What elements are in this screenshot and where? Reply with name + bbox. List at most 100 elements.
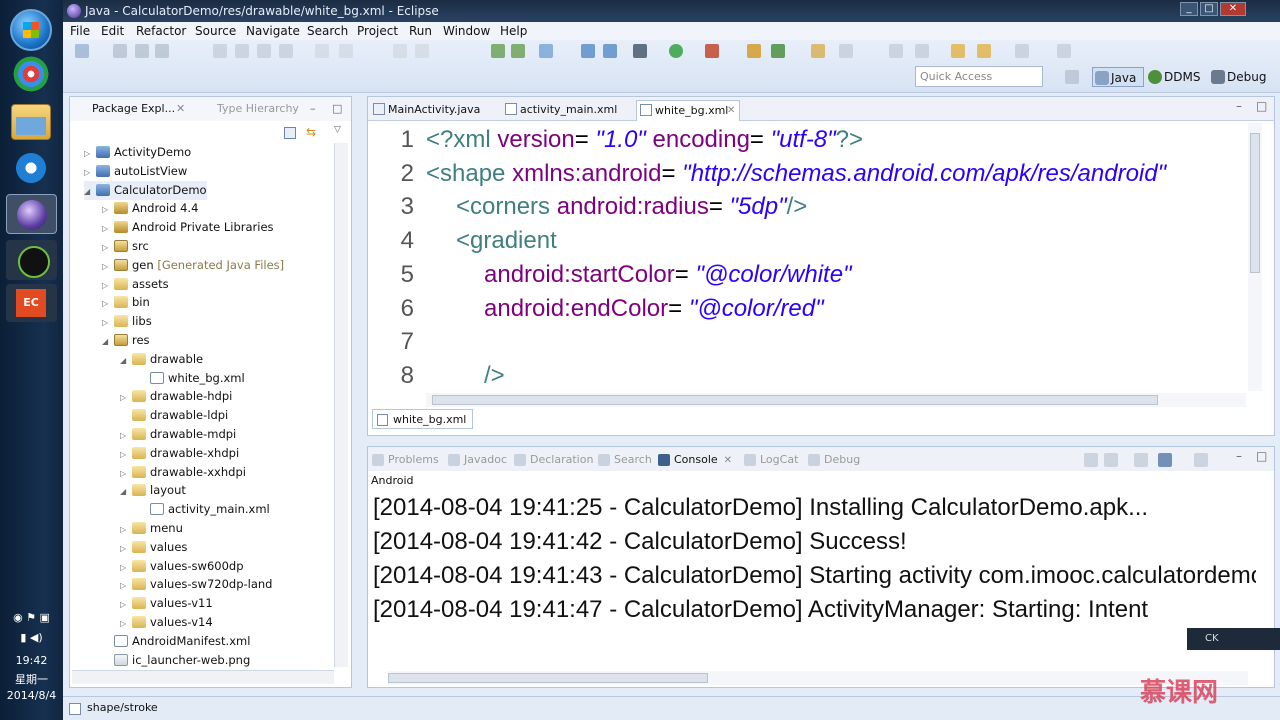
- resume-icon[interactable]: [393, 44, 407, 58]
- toolbar-icon-e[interactable]: [581, 44, 595, 58]
- tab-console[interactable]: Console ✕: [658, 453, 732, 466]
- view-menu-icon[interactable]: ▽: [334, 125, 341, 135]
- tree-item[interactable]: ▷ autoListView: [84, 162, 187, 181]
- code-area[interactable]: 1 <?xml version= "1.0" encoding= "utf-8"?…: [368, 123, 1248, 391]
- collapsed-arrow-icon[interactable]: ▷: [102, 276, 114, 295]
- editor-vertical-scrollbar[interactable]: [1248, 123, 1262, 391]
- clock-time[interactable]: 19:42: [0, 654, 63, 667]
- collapsed-arrow-icon[interactable]: ▷: [102, 294, 114, 313]
- collapsed-arrow-icon[interactable]: ▷: [102, 219, 114, 238]
- ec-app-taskbar-icon[interactable]: [6, 284, 57, 322]
- close-tab-icon[interactable]: ✕: [727, 101, 735, 120]
- collapsed-arrow-icon[interactable]: ▷: [84, 163, 96, 182]
- tree-vertical-scrollbar[interactable]: [334, 143, 348, 667]
- collapsed-arrow-icon[interactable]: ▷: [102, 257, 114, 276]
- tree-horizontal-scrollbar[interactable]: [72, 670, 334, 684]
- collapsed-arrow-icon[interactable]: ▷: [84, 144, 96, 163]
- toolbar-icon-a[interactable]: [213, 44, 227, 58]
- tree-item[interactable]: ▷ assets: [102, 275, 169, 294]
- minimize-editor-icon[interactable]: –: [1236, 99, 1242, 113]
- expanded-arrow-icon[interactable]: ◢: [120, 351, 132, 370]
- tree-item[interactable]: AndroidManifest.xml: [102, 632, 250, 651]
- quick-access-field[interactable]: Quick Access: [915, 66, 1043, 87]
- toolbar-icon-b[interactable]: [235, 44, 249, 58]
- minimize-view-icon[interactable]: –: [310, 102, 316, 115]
- collapsed-arrow-icon[interactable]: ▷: [120, 558, 132, 577]
- minimize-console-icon[interactable]: –: [1236, 449, 1242, 463]
- tab-debug[interactable]: Debug: [808, 453, 860, 466]
- display-console-icon[interactable]: [1158, 453, 1172, 467]
- link-with-editor-icon[interactable]: ⇆: [306, 125, 316, 139]
- tree-item[interactable]: ◢ drawable: [120, 350, 203, 369]
- collapsed-arrow-icon[interactable]: ▷: [120, 464, 132, 483]
- close-window-button[interactable]: ✕: [1220, 2, 1246, 16]
- tree-item[interactable]: ▷ bin: [102, 293, 150, 312]
- tree-item[interactable]: ▷ values-sw600dp: [120, 557, 244, 576]
- tree-item[interactable]: ▷ drawable-mdpi: [120, 425, 236, 444]
- tree-item[interactable]: ◢ layout: [120, 481, 186, 500]
- toolbar-icon-d[interactable]: [279, 44, 293, 58]
- editor-tab-white-bg[interactable]: white_bg.xml ✕: [636, 100, 740, 121]
- new-package-icon[interactable]: [771, 44, 785, 58]
- editor-horizontal-scrollbar[interactable]: [426, 393, 1246, 407]
- tree-item[interactable]: ic_launcher-web.png: [102, 651, 250, 670]
- tree-item[interactable]: drawable-ldpi: [120, 406, 228, 425]
- perspective-ddms[interactable]: DDMS: [1146, 67, 1204, 87]
- tree-item[interactable]: ▷ src: [102, 237, 149, 256]
- tree-item[interactable]: ▷ drawable-xhdpi: [120, 444, 239, 463]
- save-all-icon[interactable]: [135, 44, 149, 58]
- ime-toolbar[interactable]: CK: [1187, 628, 1280, 650]
- expanded-arrow-icon[interactable]: ◢: [102, 332, 114, 351]
- toolbar-icon-c[interactable]: [257, 44, 271, 58]
- collapsed-arrow-icon[interactable]: ▷: [102, 238, 114, 257]
- collapsed-arrow-icon[interactable]: ▷: [120, 595, 132, 614]
- maximize-view-icon[interactable]: □: [332, 102, 342, 115]
- pin-console-icon[interactable]: [1134, 453, 1148, 467]
- browser-icon[interactable]: [11, 150, 51, 186]
- collapse-all-icon[interactable]: [284, 127, 296, 139]
- forward-icon[interactable]: [977, 44, 991, 58]
- toolbar-icon-g[interactable]: [889, 44, 903, 58]
- tree-item[interactable]: ▷ drawable-hdpi: [120, 387, 232, 406]
- tab-javadoc[interactable]: Javadoc: [448, 453, 507, 466]
- print-icon[interactable]: [155, 44, 169, 58]
- new-icon[interactable]: [75, 44, 89, 58]
- taskbar-app-1-icon[interactable]: [11, 56, 51, 92]
- open-type-icon[interactable]: [811, 44, 825, 58]
- collapsed-arrow-icon[interactable]: ▷: [120, 445, 132, 464]
- maximize-button[interactable]: □: [1200, 2, 1218, 16]
- editor-tab-mainactivity[interactable]: MainActivity.java: [370, 100, 498, 121]
- menu-search[interactable]: Search: [307, 24, 348, 38]
- tree-item[interactable]: white_bg.xml: [138, 369, 245, 388]
- new-java-class-icon[interactable]: [747, 44, 761, 58]
- menu-refactor[interactable]: Refactor: [136, 24, 186, 38]
- open-perspective-icon[interactable]: [1065, 70, 1079, 84]
- save-icon[interactable]: [113, 44, 127, 58]
- title-bar[interactable]: Java - CalculatorDemo/res/drawable/white…: [63, 0, 1280, 22]
- toolbar-icon-i[interactable]: [1015, 44, 1029, 58]
- collapsed-arrow-icon[interactable]: ▷: [120, 576, 132, 595]
- tree-item[interactable]: ▷ Android 4.4: [102, 199, 198, 218]
- perspective-debug[interactable]: Debug: [1209, 67, 1270, 87]
- tree-item[interactable]: ▷ menu: [120, 519, 183, 538]
- tree-item[interactable]: ▷ drawable-xxhdpi: [120, 463, 246, 482]
- tree-item[interactable]: ▷ ActivityDemo: [84, 143, 191, 162]
- menu-file[interactable]: File: [70, 24, 90, 38]
- tree-item[interactable]: ▷ values-v14: [120, 613, 213, 632]
- back-icon[interactable]: [951, 44, 965, 58]
- tree-item[interactable]: ▷ libs: [102, 312, 152, 331]
- menu-navigate[interactable]: Navigate: [246, 24, 300, 38]
- lint-icon[interactable]: [539, 44, 553, 58]
- tab-declaration[interactable]: Declaration: [514, 453, 593, 466]
- collapsed-arrow-icon[interactable]: ▷: [120, 520, 132, 539]
- tree-item[interactable]: ▷ Android Private Libraries: [102, 218, 274, 237]
- console-output[interactable]: [2014-08-04 19:41:25 - CalculatorDemo] I…: [368, 489, 1256, 669]
- collapsed-arrow-icon[interactable]: ▷: [120, 539, 132, 558]
- clear-console-icon[interactable]: [1084, 453, 1098, 467]
- tab-type-hierarchy[interactable]: Type Hierarchy: [217, 102, 299, 115]
- scroll-lock-icon[interactable]: [1104, 453, 1118, 467]
- run-icon[interactable]: [669, 44, 683, 58]
- search-icon[interactable]: [839, 44, 853, 58]
- external-tools-icon[interactable]: [705, 44, 719, 58]
- tree-item[interactable]: ◢ CalculatorDemo: [84, 180, 207, 200]
